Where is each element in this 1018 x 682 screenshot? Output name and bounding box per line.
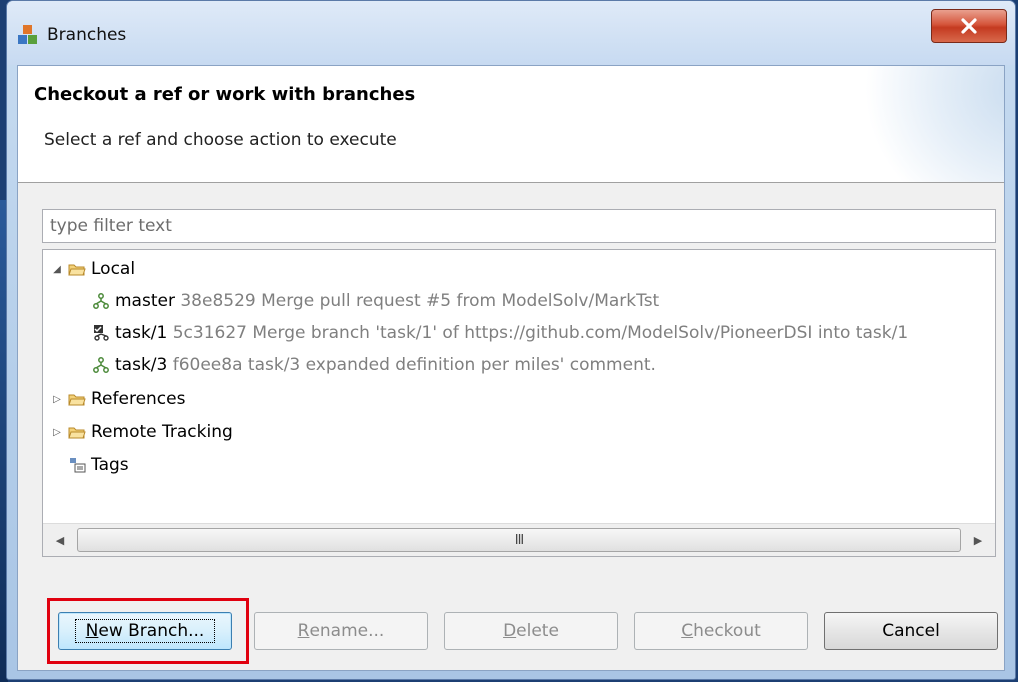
- dialog-heading: Checkout a ref or work with branches: [34, 84, 416, 105]
- close-button[interactable]: [931, 9, 1007, 43]
- rename-button[interactable]: Rename...: [254, 612, 428, 650]
- folder-open-icon: [67, 422, 87, 442]
- horizontal-scrollbar[interactable]: ◀ III ▶: [43, 523, 995, 556]
- tree-node-local[interactable]: ◢ Local: [51, 254, 135, 284]
- rename-label: ename...: [309, 621, 385, 641]
- branch-detail: 5c31627 Merge branch 'task/1' of https:/…: [172, 323, 909, 343]
- checkout-button[interactable]: Checkout: [634, 612, 808, 650]
- branches-dialog: Branches Checkout a ref or work with bra…: [6, 0, 1016, 680]
- tree-node-branch-task1[interactable]: task/1 5c31627 Merge branch 'task/1' of …: [91, 318, 908, 348]
- refs-tree[interactable]: ◢ Local master 38e8529 Merge pull reques…: [42, 249, 996, 557]
- tree-label-tags: Tags: [91, 455, 129, 475]
- mnemonic-d: D: [503, 621, 517, 641]
- folder-open-icon: [67, 259, 87, 279]
- branch-icon: [91, 291, 111, 311]
- dialog-header: Checkout a ref or work with branches Sel…: [18, 66, 1004, 183]
- annotation-highlight-box: [47, 598, 249, 664]
- expand-arrow-right-icon[interactable]: ▷: [51, 427, 63, 438]
- tree-node-branch-master[interactable]: master 38e8529 Merge pull request #5 fro…: [91, 286, 659, 316]
- cancel-button[interactable]: Cancel: [824, 612, 998, 650]
- branch-name: master: [115, 291, 175, 311]
- branch-name: task/1: [115, 323, 168, 343]
- header-decoration: [864, 66, 1004, 182]
- branch-name: task/3: [115, 355, 168, 375]
- branch-icon: [91, 355, 111, 375]
- tags-icon: [67, 455, 87, 475]
- checkout-label: heckout: [693, 621, 761, 641]
- scrollbar-thumb[interactable]: III: [77, 528, 961, 552]
- tree-node-branch-task3[interactable]: task/3 f60ee8a task/3 expanded definitio…: [91, 350, 656, 380]
- checked-out-branch-icon: [91, 323, 111, 343]
- tree-node-remote-tracking[interactable]: ▷ Remote Tracking: [51, 417, 233, 447]
- scroll-right-arrow-icon[interactable]: ▶: [961, 524, 995, 556]
- mnemonic-c: C: [681, 621, 694, 641]
- title-bar[interactable]: Branches: [7, 1, 1015, 65]
- scroll-left-arrow-icon[interactable]: ◀: [43, 524, 77, 556]
- close-icon: [961, 18, 977, 34]
- dialog-subheading: Select a ref and choose action to execut…: [44, 130, 397, 150]
- expand-arrow-right-icon[interactable]: ▷: [51, 394, 63, 405]
- branch-detail: 38e8529 Merge pull request #5 from Model…: [180, 291, 660, 311]
- folder-open-icon: [67, 389, 87, 409]
- delete-label: elete: [516, 621, 559, 641]
- eclipse-app-icon: [17, 23, 39, 45]
- tree-label-local: Local: [91, 259, 136, 279]
- branch-detail: f60ee8a task/3 expanded definition per m…: [172, 355, 656, 375]
- tree-node-tags[interactable]: Tags: [67, 450, 129, 480]
- mnemonic-r: R: [297, 621, 310, 641]
- window-title: Branches: [47, 25, 127, 45]
- scrollbar-grip: III: [514, 532, 524, 548]
- tree-label-remote-tracking: Remote Tracking: [91, 422, 233, 442]
- tree-node-references[interactable]: ▷ References: [51, 384, 185, 414]
- tree-label-references: References: [91, 389, 186, 409]
- expand-arrow-down-icon[interactable]: ◢: [51, 264, 63, 275]
- delete-button[interactable]: Delete: [444, 612, 618, 650]
- filter-input[interactable]: [42, 209, 996, 243]
- dialog-content: Checkout a ref or work with branches Sel…: [17, 65, 1005, 671]
